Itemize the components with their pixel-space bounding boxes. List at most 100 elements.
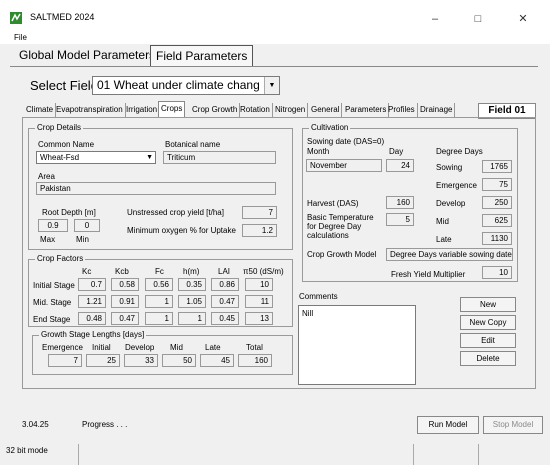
kc-initial[interactable]: 0.7 — [78, 278, 106, 291]
status-bar — [0, 444, 550, 465]
select-field-dropdown[interactable]: 01 Wheat under climate chang ▼ — [92, 76, 280, 95]
h-initial[interactable]: 0.35 — [178, 278, 206, 291]
kcb-end[interactable]: 0.47 — [111, 312, 139, 325]
fc-mid[interactable]: 1 — [145, 295, 173, 308]
month-label: Month — [307, 147, 330, 156]
fc-end[interactable]: 1 — [145, 312, 173, 325]
sowing-month-field[interactable]: November — [306, 159, 382, 172]
mode-label: 32 bit mode — [6, 446, 48, 455]
mid-days-field[interactable]: 50 — [162, 354, 196, 367]
kc-end[interactable]: 0.48 — [78, 312, 106, 325]
dd-mid-field[interactable]: 625 — [482, 214, 512, 227]
tab-crops[interactable]: Crops — [158, 101, 186, 118]
develop-header: Develop — [125, 343, 155, 352]
root-depth-min-field[interactable]: 0 — [74, 219, 100, 232]
tab-evapotranspiration[interactable]: Evapotranspiration — [54, 103, 126, 117]
unstressed-yield-field[interactable]: 7 — [242, 206, 277, 219]
sowing-date-label: Sowing date (DAS=0) — [307, 137, 385, 146]
minimize-button[interactable]: – — [420, 8, 450, 30]
botanical-name-field[interactable]: Triticum — [163, 151, 276, 164]
initial-stage-label: Initial Stage — [33, 281, 75, 290]
lai-mid[interactable]: 0.47 — [211, 295, 239, 308]
chevron-down-icon[interactable]: ▼ — [146, 152, 153, 163]
common-name-value: Wheat-Fsd — [40, 153, 80, 162]
crop-factors-title: Crop Factors — [35, 254, 86, 263]
lai-end[interactable]: 0.45 — [211, 312, 239, 325]
tab-rotation[interactable]: Rotation — [238, 103, 273, 117]
late-days-field[interactable]: 45 — [200, 354, 234, 367]
tab-global-model-parameters[interactable]: Global Model Parameters — [14, 45, 160, 65]
h-end[interactable]: 1 — [178, 312, 206, 325]
kcb-mid[interactable]: 0.91 — [111, 295, 139, 308]
select-field-value: 01 Wheat under climate chang — [97, 78, 260, 92]
root-depth-label: Root Depth [m] — [42, 208, 96, 217]
pi50-header: π50 (dS/m) — [243, 267, 284, 276]
dd-late-field[interactable]: 1130 — [482, 232, 512, 245]
comments-text: Nill — [302, 309, 314, 318]
kc-mid[interactable]: 1.21 — [78, 295, 106, 308]
comments-textarea[interactable]: Nill — [298, 305, 416, 385]
emergence-days-field[interactable]: 7 — [48, 354, 82, 367]
develop-days-field[interactable]: 33 — [124, 354, 158, 367]
dd-sowing-label: Sowing — [436, 163, 463, 172]
new-copy-button[interactable]: New Copy — [460, 315, 516, 330]
initial-days-field[interactable]: 25 — [86, 354, 120, 367]
fc-initial[interactable]: 0.56 — [145, 278, 173, 291]
edit-button[interactable]: Edit — [460, 333, 516, 348]
basic-temperature-field[interactable]: 5 — [386, 213, 414, 226]
maximize-button[interactable]: □ — [463, 8, 493, 30]
pi50-initial[interactable]: 10 — [245, 278, 273, 291]
kcb-initial[interactable]: 0.58 — [111, 278, 139, 291]
harvest-label: Harvest (DAS) — [307, 199, 359, 208]
crop-growth-model-label: Crop Growth Model — [307, 250, 377, 259]
close-button[interactable]: ✕ — [508, 8, 538, 30]
dd-emergence-field[interactable]: 75 — [482, 178, 512, 191]
dd-sowing-field[interactable]: 1765 — [482, 160, 512, 173]
growth-stages-title: Growth Stage Lengths [days] — [39, 330, 147, 339]
run-model-button[interactable]: Run Model — [417, 416, 479, 434]
end-stage-label: End Stage — [33, 315, 71, 324]
tab-crop-growth[interactable]: Crop Growth — [190, 103, 241, 117]
tab-irrigation[interactable]: Irrigation — [124, 103, 161, 117]
app-icon — [10, 12, 22, 24]
lai-initial[interactable]: 0.86 — [211, 278, 239, 291]
pi50-mid[interactable]: 11 — [245, 295, 273, 308]
area-field[interactable]: Pakistan — [36, 182, 276, 195]
tab-drainage[interactable]: Drainage — [418, 103, 456, 117]
new-button[interactable]: New — [460, 297, 516, 312]
dd-develop-field[interactable]: 250 — [482, 196, 512, 209]
tab-nitrogen[interactable]: Nitrogen — [273, 103, 309, 117]
total-days-field[interactable]: 160 — [238, 354, 272, 367]
common-name-select[interactable]: Wheat-Fsd ▼ — [36, 151, 156, 164]
dd-emergence-label: Emergence — [436, 181, 477, 190]
tab-parameters[interactable]: Parameters — [343, 103, 390, 117]
emergence-header: Emergence — [42, 343, 83, 352]
tab-field-parameters[interactable]: Field Parameters — [150, 45, 254, 67]
harvest-field[interactable]: 160 — [386, 196, 414, 209]
pi50-end[interactable]: 13 — [245, 312, 273, 325]
tabs-divider — [10, 66, 538, 67]
chevron-down-icon[interactable]: ▼ — [264, 77, 279, 94]
min-oxygen-field[interactable]: 1.2 — [242, 224, 277, 237]
sowing-day-field[interactable]: 24 — [386, 159, 414, 172]
status-divider — [478, 444, 479, 465]
h-mid[interactable]: 1.05 — [178, 295, 206, 308]
comments-label: Comments — [299, 292, 338, 301]
tab-profiles[interactable]: Profiles — [386, 103, 418, 117]
fresh-yield-field[interactable]: 10 — [482, 266, 512, 279]
tab-climate[interactable]: Climate — [24, 103, 57, 117]
tab-general[interactable]: General — [309, 103, 343, 117]
delete-button[interactable]: Delete — [460, 351, 516, 366]
common-name-label: Common Name — [38, 140, 95, 149]
stop-model-button[interactable]: Stop Model — [483, 416, 543, 434]
total-header: Total — [246, 343, 263, 352]
crop-growth-model-field[interactable]: Degree Days variable sowing date — [386, 248, 513, 261]
cultivation-title: Cultivation — [309, 123, 351, 132]
lai-header: LAI — [218, 267, 231, 276]
status-divider — [78, 444, 79, 465]
status-divider — [413, 444, 414, 465]
root-depth-max-field[interactable]: 0.9 — [38, 219, 68, 232]
menu-file[interactable]: File — [14, 33, 27, 42]
unstressed-yield-label: Unstressed crop yield [t/ha] — [127, 208, 224, 217]
late-header: Late — [205, 343, 221, 352]
